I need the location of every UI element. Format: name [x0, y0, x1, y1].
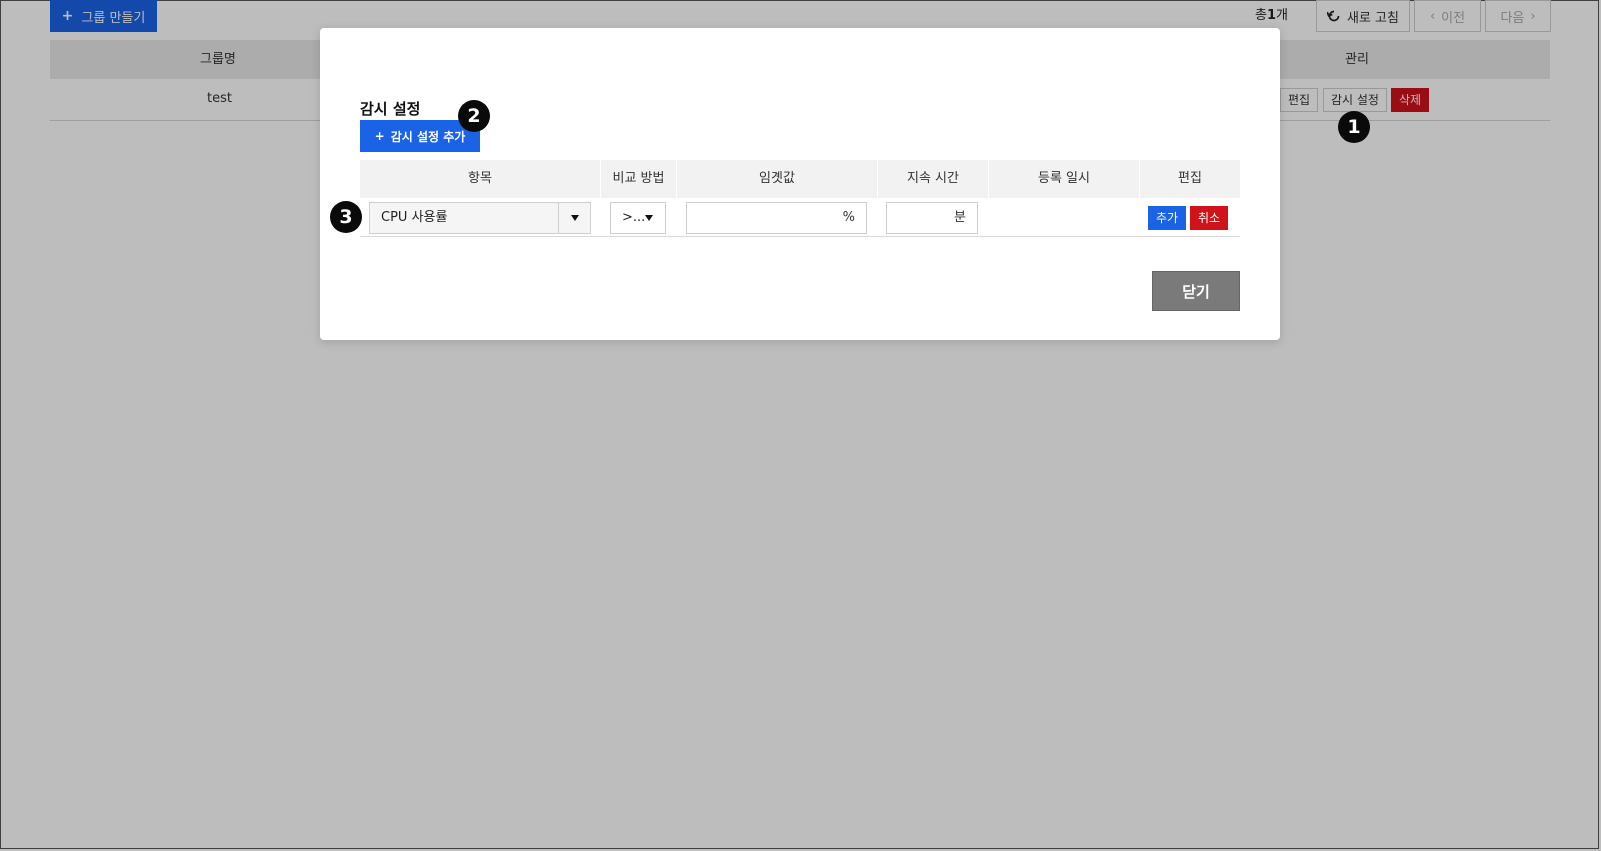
caret-down-icon — [645, 215, 653, 221]
row-cancel-button[interactable]: 취소 — [1190, 206, 1229, 230]
plus-icon: + — [374, 129, 385, 143]
table-row: CPU 사용률 >... % 분 추가 취소 — [360, 198, 1240, 237]
item-select-value: CPU 사용률 — [381, 210, 448, 225]
monitor-table-header: 항목 비교 방법 임곗값 지속 시간 등록 일시 편집 — [360, 160, 1240, 198]
compare-caret — [645, 215, 653, 221]
caret-down-icon — [570, 215, 579, 221]
add-monitor-setting-label: 감시 설정 추가 — [390, 129, 466, 144]
item-select[interactable]: CPU 사용률 — [369, 202, 591, 234]
header-registered: 등록 일시 — [1038, 171, 1090, 186]
header-threshold: 임곗값 — [759, 171, 795, 186]
dialog-title: 감시 설정 — [360, 100, 421, 118]
header-edit: 편집 — [1178, 171, 1202, 186]
annotation-badge-2: 2 — [458, 100, 490, 132]
duration-input[interactable]: 분 — [886, 202, 978, 234]
compare-select[interactable]: >... — [610, 202, 666, 234]
duration-unit: 분 — [954, 210, 966, 225]
close-dialog-button[interactable]: 닫기 — [1152, 271, 1240, 311]
threshold-unit: % — [842, 210, 855, 225]
item-select-toggle[interactable] — [558, 203, 590, 233]
compare-select-value: >... — [622, 210, 646, 225]
monitor-settings-dialog: 감시 설정 + 감시 설정 추가 항목 비교 방법 임곗값 지속 시간 등록 일… — [320, 28, 1280, 340]
annotation-badge-1: 1 — [1338, 111, 1370, 143]
header-compare: 비교 방법 — [612, 171, 665, 186]
header-duration: 지속 시간 — [907, 171, 959, 186]
threshold-input[interactable]: % — [686, 202, 867, 234]
monitor-settings-table: 항목 비교 방법 임곗값 지속 시간 등록 일시 편집 CPU 사용률 >... — [360, 160, 1240, 237]
row-add-button[interactable]: 추가 — [1148, 206, 1187, 230]
header-item: 항목 — [468, 171, 492, 186]
annotation-badge-3: 3 — [330, 201, 362, 233]
